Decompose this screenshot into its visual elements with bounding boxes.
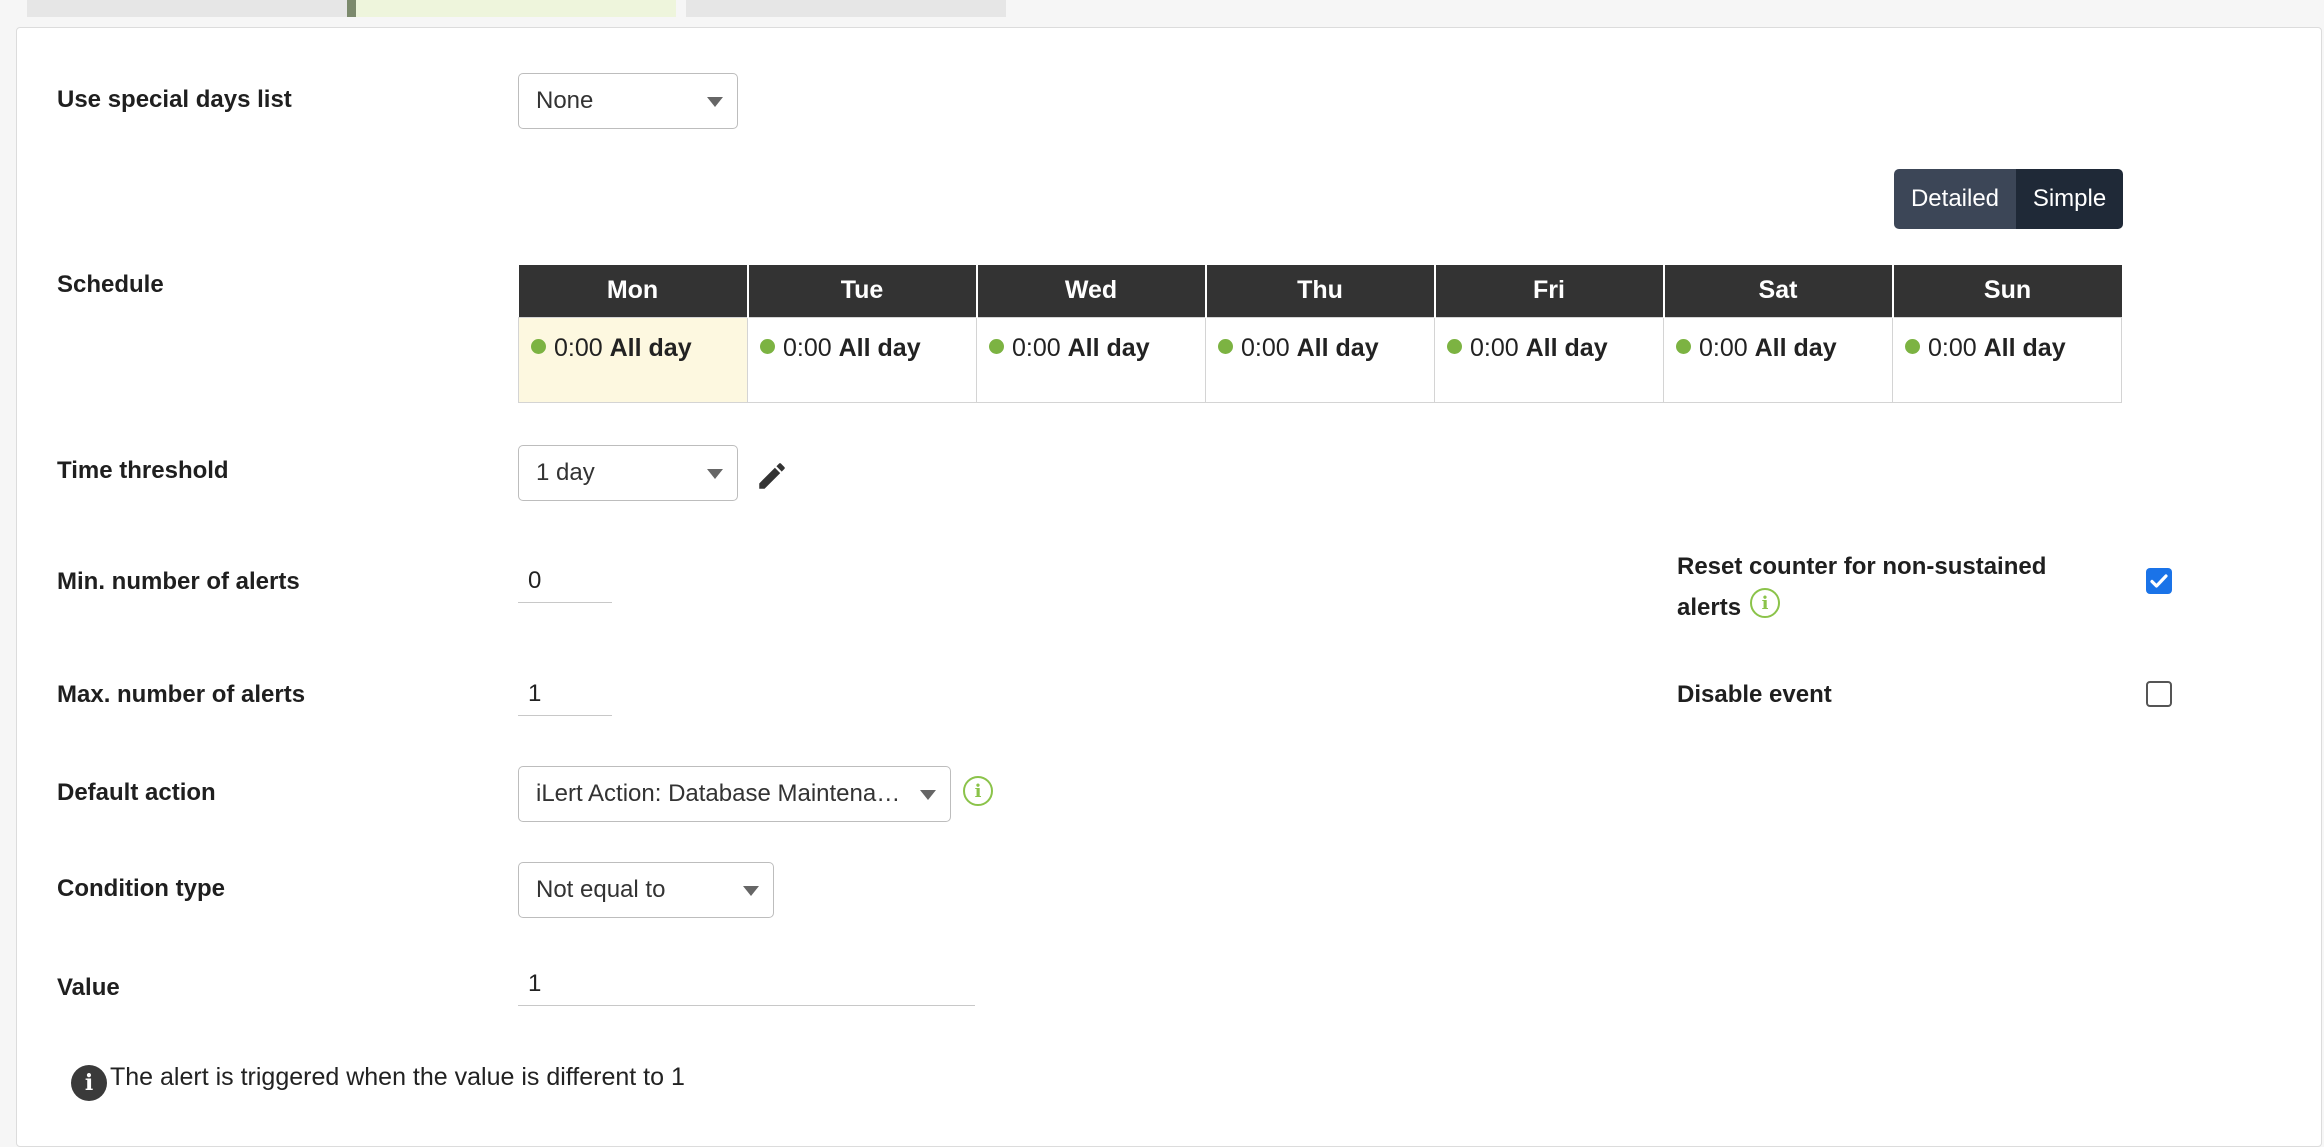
value-label: Value: [57, 974, 120, 1001]
schedule-day-cell[interactable]: 0:00 All day: [1892, 316, 2122, 403]
min-alerts-input[interactable]: [518, 559, 612, 603]
simple-button[interactable]: Simple: [2016, 169, 2123, 229]
status-dot-icon: [531, 338, 546, 354]
schedule-range-label: All day: [1296, 333, 1379, 362]
schedule-time: 0:00: [554, 333, 603, 362]
info-icon[interactable]: i: [963, 776, 993, 806]
status-dot-icon: [760, 338, 775, 354]
status-dot-icon: [1447, 338, 1462, 354]
info-icon[interactable]: i: [1750, 588, 1780, 618]
status-dot-icon: [989, 338, 1004, 354]
schedule-day-cell[interactable]: 0:00 All day: [976, 316, 1206, 403]
schedule-day-header: Fri: [1434, 265, 1665, 317]
default-action-label: Default action: [57, 779, 216, 806]
max-alerts-input[interactable]: [518, 672, 612, 716]
schedule-range-label: All day: [1754, 333, 1837, 362]
view-toggle: Detailed Simple: [1894, 169, 2123, 229]
reset-counter-label-line1: Reset counter for non-sustained: [1677, 553, 2047, 580]
schedule-day-header: Wed: [976, 265, 1207, 317]
schedule-time: 0:00: [783, 333, 832, 362]
schedule-label: Schedule: [57, 271, 164, 298]
schedule-day-cell[interactable]: 0:00 All day: [1205, 316, 1435, 403]
info-circle-icon: i: [71, 1065, 107, 1101]
special-days-label: Use special days list: [57, 86, 292, 113]
schedule-table: Mon Tue Wed Thu Fri Sat Sun 0:00 All day 0:00 A…: [518, 265, 2122, 403]
default-action-value: iLert Action: Database Maintenan…: [536, 780, 906, 807]
max-alerts-label: Max. number of alerts: [57, 681, 306, 708]
schedule-time: 0:00: [1470, 333, 1519, 362]
condition-type-label: Condition type: [57, 875, 225, 902]
status-dot-icon: [1905, 338, 1920, 354]
chevron-down-icon: [743, 886, 759, 896]
condition-info-note: The alert is triggered when the value is…: [110, 1063, 685, 1091]
chevron-down-icon: [707, 469, 723, 479]
schedule-day-cell[interactable]: 0:00 All day: [518, 316, 748, 403]
special-days-value: None: [536, 87, 594, 114]
tab-left[interactable]: [27, 0, 347, 17]
schedule-day-header: Sat: [1663, 265, 1894, 317]
schedule-day-cell[interactable]: 0:00 All day: [747, 316, 977, 403]
reset-counter-checkbox[interactable]: [2146, 568, 2172, 594]
condition-type-select[interactable]: Not equal to: [518, 862, 774, 918]
time-threshold-select[interactable]: 1 day: [518, 445, 738, 501]
schedule-day-cell[interactable]: 0:00 All day: [1663, 316, 1893, 403]
schedule-range-label: All day: [1525, 333, 1608, 362]
disable-event-label: Disable event: [1677, 681, 1832, 708]
schedule-range-label: All day: [838, 333, 921, 362]
schedule-time: 0:00: [1012, 333, 1061, 362]
tab-active-marker: [347, 0, 356, 17]
checkmark-icon: [2150, 574, 2168, 588]
schedule-day-cell[interactable]: 0:00 All day: [1434, 316, 1664, 403]
status-dot-icon: [1218, 338, 1233, 354]
schedule-range-label: All day: [1067, 333, 1150, 362]
time-threshold-label: Time threshold: [57, 457, 229, 484]
reset-counter-label: Reset counter for non-sustained alerts: [1677, 546, 2046, 628]
chevron-down-icon: [920, 790, 936, 800]
tab-active[interactable]: [356, 0, 676, 17]
chevron-down-icon: [707, 97, 723, 107]
status-dot-icon: [1676, 338, 1691, 354]
schedule-range-label: All day: [609, 333, 692, 362]
reset-counter-label-line2: alerts: [1677, 594, 1742, 621]
schedule-day-header: Sun: [1892, 265, 2122, 317]
detailed-button[interactable]: Detailed: [1894, 169, 2016, 229]
condition-type-value: Not equal to: [536, 876, 666, 903]
schedule-time: 0:00: [1241, 333, 1290, 362]
schedule-day-header: Mon: [518, 265, 749, 317]
schedule-time: 0:00: [1928, 333, 1977, 362]
schedule-range-label: All day: [1983, 333, 2066, 362]
time-threshold-value: 1 day: [536, 459, 595, 486]
schedule-day-header: Tue: [747, 265, 978, 317]
pencil-icon[interactable]: [755, 459, 789, 493]
value-input[interactable]: [518, 962, 975, 1006]
special-days-select[interactable]: None: [518, 73, 738, 129]
min-alerts-label: Min. number of alerts: [57, 568, 300, 595]
schedule-day-header: Thu: [1205, 265, 1436, 317]
disable-event-checkbox[interactable]: [2146, 681, 2172, 707]
default-action-select[interactable]: iLert Action: Database Maintenan…: [518, 766, 951, 822]
tab-right[interactable]: [686, 0, 1006, 17]
schedule-time: 0:00: [1699, 333, 1748, 362]
